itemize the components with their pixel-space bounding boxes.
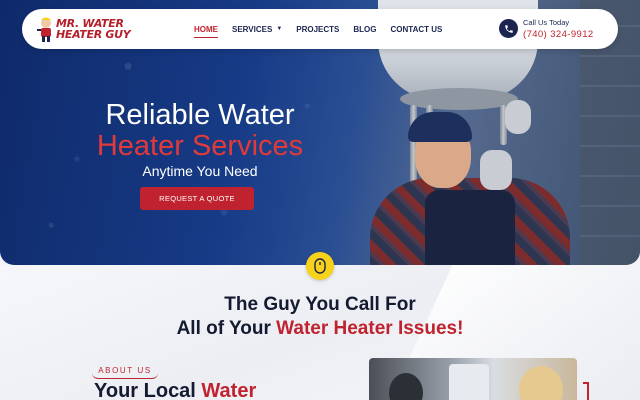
nav-item-services[interactable]: SERVICES ▼ [225,9,289,49]
about-title-prefix: Your Local [94,380,202,400]
nav-menu: HOME SERVICES ▼ PROJECTS BLOG CONTACT US [187,9,449,49]
photo-person-plumber [389,373,423,400]
logo-text-line2: HEATER GUY [56,28,131,41]
scroll-down-button[interactable] [306,252,334,280]
about-title-highlight: Water [201,380,257,400]
chevron-down-icon: ▼ [276,26,283,32]
about-title: Your Local Water [94,380,256,400]
photo-person-customer [519,366,563,400]
photo-heater-unit [449,364,489,400]
about-us-tag: ABOUT US [92,366,158,379]
hero-title-line1: Reliable Water [105,99,295,131]
site-logo[interactable]: MR. WATER HEATER GUY [36,14,156,44]
title-highlight: Water Heater Issues! [276,318,464,339]
hero-heading: Reliable Water Heater Services Anytime Y… [40,100,360,180]
nav-item-label: HOME [194,24,218,34]
nav-item-label: PROJECTS [296,24,340,34]
worker-cap [408,112,472,142]
nav-item-contact[interactable]: CONTACT US [384,9,450,49]
hero-subtitle: Anytime You Need [142,163,258,179]
mascot-icon [37,17,51,42]
worker-glove [505,100,531,134]
call-us-block[interactable]: Call Us Today (740) 324-9912 [499,15,614,43]
nav-item-label: CONTACT US [390,24,443,34]
about-photo [369,358,577,400]
worker-vest [425,190,515,265]
phone-number[interactable]: (740) 324-9912 [523,29,594,40]
request-quote-button[interactable]: REQUEST A QUOTE [140,187,254,210]
hero-title-line2: Heater Services [96,130,304,162]
worker-glove [480,150,512,190]
phone-icon [499,19,518,38]
nav-item-label: SERVICES [232,24,273,34]
decorative-corner [583,382,589,400]
section-title: The Guy You Call For All of Your Water H… [0,293,640,341]
mouse-icon [314,258,326,274]
title-prefix: All of Your [176,318,277,339]
section-title-line2: All of Your Water Heater Issues! [0,317,640,341]
top-navigation: MR. WATER HEATER GUY HOME SERVICES ▼ PROJ… [22,9,618,49]
nav-item-blog[interactable]: BLOG [346,9,383,49]
section-title-line1: The Guy You Call For [224,294,416,315]
nav-item-projects[interactable]: PROJECTS [289,9,346,49]
nav-item-label: BLOG [353,24,377,34]
call-label: Call Us Today [523,18,570,27]
nav-item-home[interactable]: HOME [187,9,225,49]
